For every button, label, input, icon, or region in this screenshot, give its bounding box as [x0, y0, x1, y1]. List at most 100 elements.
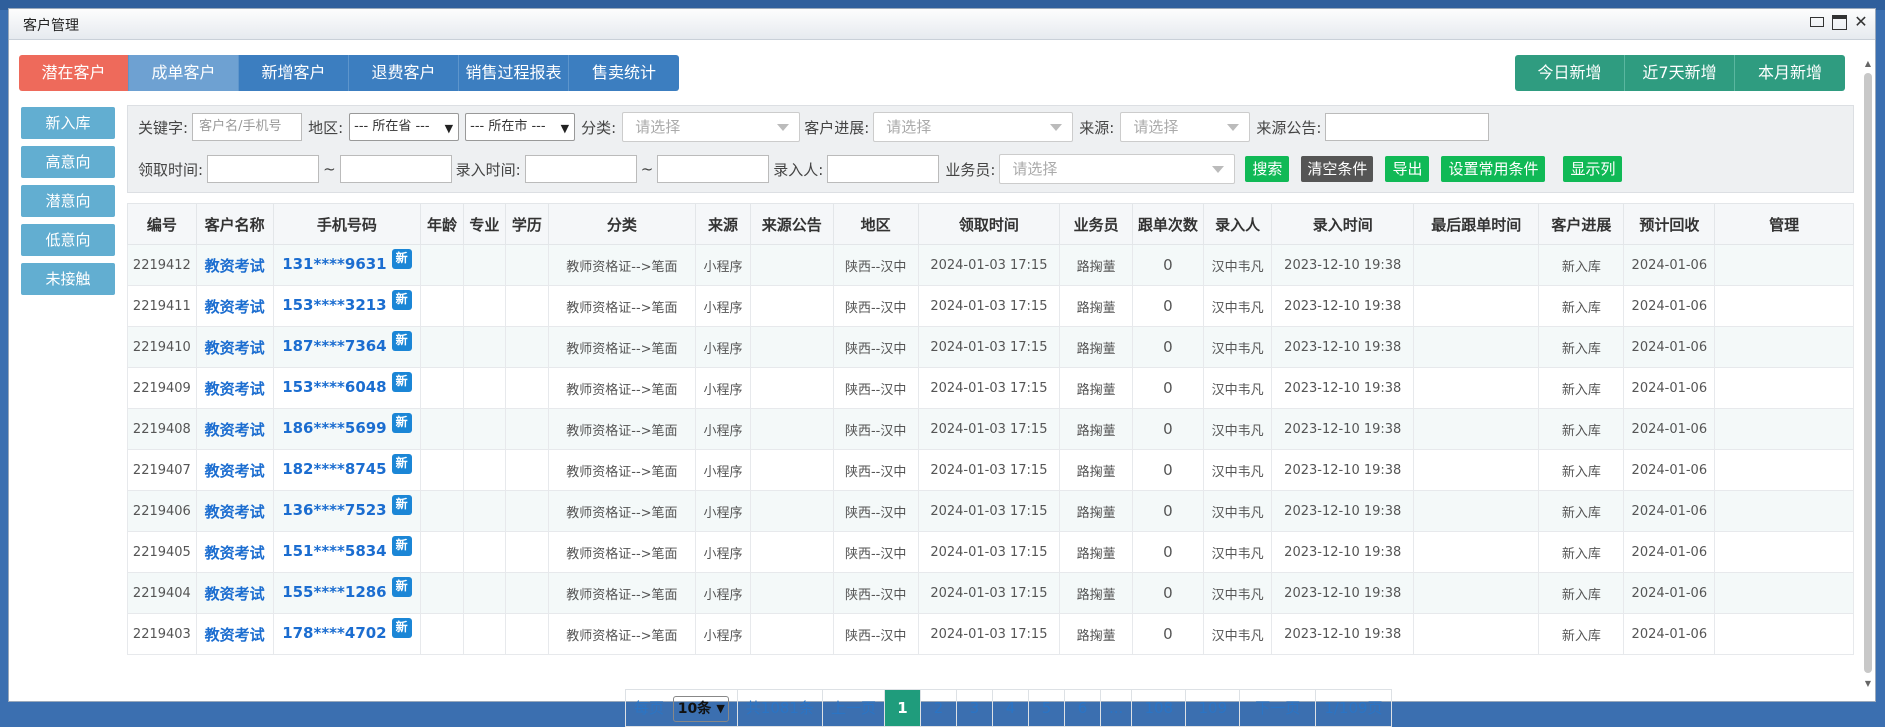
sidebar-item-not-contacted[interactable]: 未接触 [21, 263, 115, 295]
sidebar-item-low-intent[interactable]: 低意向 [21, 224, 115, 256]
customer-name-link[interactable]: 教资考试 [205, 421, 265, 439]
table-row[interactable]: 2219410 教资考试 187****7364 新教师资格证-->笔面 小程序 陕西--… [127, 326, 1854, 368]
phone-link[interactable]: 182****8745 [282, 460, 386, 478]
filter-row-2: 领取时间: ~ 录入时间: ~ 录入人: 业务员: 请选择 搜索 清空条件 导出… [138, 154, 1623, 184]
save-common-conditions-button[interactable]: 设置常用条件 [1441, 156, 1546, 182]
table-cell: 2024-01-06 [1623, 572, 1716, 614]
page-108-button[interactable]: 108 [1132, 690, 1187, 726]
receive-time-end-input[interactable] [339, 155, 452, 183]
phone-link[interactable]: 187****7364 [282, 337, 386, 355]
sidebar-item-latent-intent[interactable]: 潜意向 [21, 185, 115, 217]
table-cell [462, 408, 507, 450]
customer-name-link[interactable]: 教资考试 [205, 626, 265, 644]
this-month-new-button[interactable]: 本月新增 [1735, 55, 1845, 91]
cell-salesperson: 路掬蕫 [1076, 382, 1116, 398]
customer-name-link[interactable]: 教资考试 [205, 544, 265, 562]
keyword-input[interactable]: 客户名/手机号 [192, 113, 303, 141]
cell-expected-recovery: 2024-01-06 [1631, 544, 1708, 560]
today-new-button[interactable]: 今日新增 [1515, 55, 1625, 91]
column-header: 编号 [127, 203, 197, 245]
cell-progress: 新入库 [1561, 300, 1601, 316]
last-7-days-new-button[interactable]: 近7天新增 [1625, 55, 1735, 91]
close-button[interactable]: ✕ [1853, 14, 1869, 30]
page-6-button[interactable]: 6 [1065, 690, 1101, 726]
tab-potential-customers[interactable]: 潜在客户 [19, 55, 129, 91]
clear-conditions-button[interactable]: 清空条件 [1301, 156, 1374, 182]
page-109-button[interactable]: 109 [1186, 690, 1241, 726]
phone-link[interactable]: 131****9631 [282, 255, 386, 273]
column-header: 最后跟单时间 [1413, 203, 1540, 245]
table-cell [420, 285, 464, 327]
sidebar-item-high-intent[interactable]: 高意向 [21, 146, 115, 178]
page-2-button[interactable]: 2 [921, 690, 957, 726]
tab-deal-customers[interactable]: 成单客户 [129, 55, 239, 91]
cell-follow-count: 0 [1163, 338, 1173, 356]
phone-link[interactable]: 153****3213 [282, 296, 386, 314]
tab-sales-process-report[interactable]: 销售过程报表 [459, 55, 569, 91]
cell-region: 陕西--汉中 [844, 341, 907, 357]
entry-person-input[interactable] [827, 155, 940, 183]
receive-time-start-input[interactable] [207, 155, 320, 183]
page-5-button[interactable]: 5 [1029, 690, 1065, 726]
table-cell [749, 408, 834, 450]
scroll-up-arrow-icon[interactable]: ▲ [1863, 59, 1873, 69]
page-1-button[interactable]: 1 [885, 690, 921, 726]
page-4-button[interactable]: 4 [993, 690, 1029, 726]
window-title: 客户管理 [23, 18, 79, 34]
phone-link[interactable]: 153****6048 [282, 378, 386, 396]
next-page-button[interactable]: 下一页 [1240, 690, 1317, 726]
cell-expected-recovery: 2024-01-06 [1631, 626, 1708, 642]
province-select[interactable]: --- 所在省 --- ▼ [349, 113, 460, 141]
page-3-button[interactable]: 3 [957, 690, 993, 726]
customer-name-link[interactable]: 教资考试 [205, 257, 265, 275]
export-button[interactable]: 导出 [1385, 156, 1430, 182]
customer-name-link[interactable]: 教资考试 [205, 503, 265, 521]
table-row[interactable]: 2219406 教资考试 136****7523 新教师资格证-->笔面 小程序 陕西--… [127, 490, 1854, 532]
salesperson-select[interactable]: 请选择 [999, 154, 1236, 184]
entry-time-start-input[interactable] [524, 155, 637, 183]
customer-name-link[interactable]: 教资考试 [205, 585, 265, 603]
column-header: 管理 [1714, 203, 1854, 245]
customer-name-link[interactable]: 教资考试 [205, 298, 265, 316]
column-header: 预计回收 [1623, 203, 1716, 245]
tab-refund-customers[interactable]: 退费客户 [349, 55, 459, 91]
table-row[interactable]: 2219408 教资考试 186****5699 新教师资格证-->笔面 小程序 陕西--… [127, 408, 1854, 450]
customer-name-link[interactable]: 教资考试 [205, 462, 265, 480]
scroll-thumb[interactable] [1864, 73, 1872, 673]
table-row[interactable]: 2219405 教资考试 151****5834 新教师资格证-->笔面 小程序 陕西--… [127, 531, 1854, 573]
phone-link[interactable]: 186****5699 [282, 419, 386, 437]
table-row[interactable]: 2219403 教资考试 178****4702 新教师资格证-->笔面 小程序 陕西--… [127, 613, 1854, 655]
table-cell: 路掬蕫 [1059, 326, 1133, 368]
phone-link[interactable]: 151****5834 [282, 542, 386, 560]
cell-receive-time: 2024-01-03 17:15 [930, 380, 1048, 396]
progress-select[interactable]: 请选择 [873, 112, 1074, 142]
customer-name-link[interactable]: 教资考试 [205, 339, 265, 357]
cell-region: 陕西--汉中 [844, 382, 907, 398]
table-row[interactable]: 2219412 教资考试 131****9631 新教师资格证-->笔面 小程序 陕西--… [127, 244, 1854, 286]
source-select[interactable]: 请选择 [1120, 112, 1251, 142]
tab-new-customers[interactable]: 新增客户 [239, 55, 349, 91]
search-button[interactable]: 搜索 [1245, 156, 1290, 182]
maximize-button[interactable] [1831, 14, 1847, 30]
phone-link[interactable]: 178****4702 [282, 624, 386, 642]
table-row[interactable]: 2219409 教资考试 153****6048 新教师资格证-->笔面 小程序 陕西--… [127, 367, 1854, 409]
table-row[interactable]: 2219407 教资考试 182****8745 新教师资格证-->笔面 小程序 陕西--… [127, 449, 1854, 491]
per-page-select[interactable]: 10条 ▼ [672, 695, 729, 722]
vertical-scrollbar[interactable]: ▲ ▼ [1863, 59, 1873, 689]
scroll-down-arrow-icon[interactable]: ▼ [1863, 679, 1873, 689]
table-row[interactable]: 2219404 教资考试 155****1286 新教师资格证-->笔面 小程序 陕西--… [127, 572, 1854, 614]
entry-time-end-input[interactable] [657, 155, 770, 183]
tab-sales-statistics[interactable]: 售卖统计 [569, 55, 679, 91]
table-cell: 2024-01-03 17:15 [917, 613, 1061, 655]
table-row[interactable]: 2219411 教资考试 153****3213 新教师资格证-->笔面 小程序 陕西--… [127, 285, 1854, 327]
category-select[interactable]: 请选择 [622, 112, 801, 142]
customer-name-link[interactable]: 教资考试 [205, 380, 265, 398]
phone-link[interactable]: 155****1286 [282, 583, 386, 601]
sidebar-item-new-entry[interactable]: 新入库 [21, 107, 115, 139]
prev-page-button[interactable]: 上一页 [823, 690, 885, 726]
minimize-button[interactable] [1809, 14, 1825, 30]
source-notice-input[interactable] [1325, 113, 1490, 141]
city-select[interactable]: --- 所在市 --- ▼ [465, 113, 576, 141]
phone-link[interactable]: 136****7523 [282, 501, 386, 519]
show-columns-button[interactable]: 显示列 [1563, 156, 1623, 182]
